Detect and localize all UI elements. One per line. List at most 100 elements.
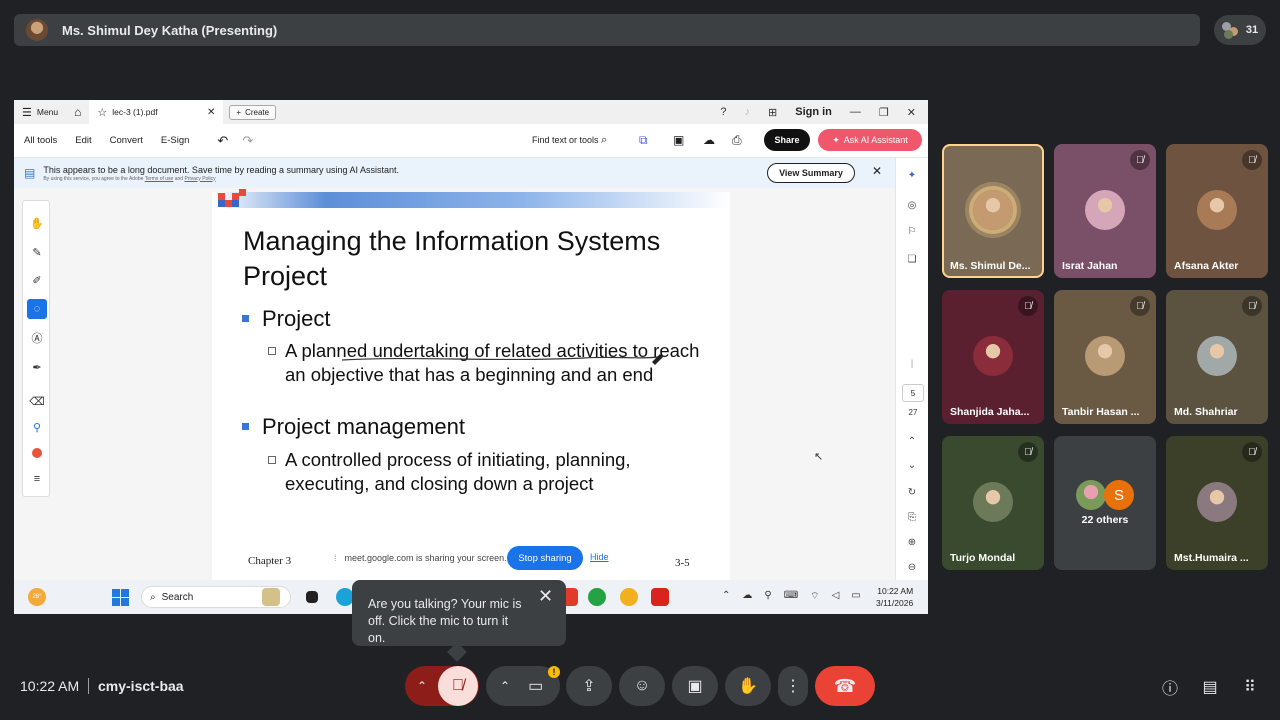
export-icon[interactable]: ⎘ [902,508,922,526]
wifi-icon[interactable]: ⌔ [810,590,819,603]
hand-icon[interactable]: ✋ [27,213,47,233]
toolbar-convert[interactable]: Convert [110,135,143,146]
close-banner-icon[interactable]: ✕ [872,164,882,178]
share-button[interactable]: Share [764,129,810,151]
toolbar-all-tools[interactable]: All tools [24,135,57,146]
line-weight-icon[interactable]: ≡ [27,469,47,489]
banner-and: and [174,175,184,182]
reactions-button[interactable]: ☺ [619,666,665,706]
present-button[interactable]: ⇪ [566,666,612,706]
bell-icon[interactable]: ♪ [745,106,751,118]
close-window-icon[interactable]: ✕ [907,106,916,119]
find-tools[interactable]: Find text or tools ⌕ [532,134,607,147]
page-down-icon[interactable]: ⌄ [902,456,922,474]
mic-tray-icon[interactable]: ⚲ [764,590,771,603]
taskbar-clock[interactable]: 10:22 AM 3/11/2026 [876,585,913,609]
volume-icon[interactable]: ◁ [832,590,840,603]
acrobat-icon[interactable] [651,588,669,606]
end-call-button[interactable]: ☎ [815,666,875,706]
mic-tooltip: Are you talking? Your mic is off. Click … [352,580,566,646]
windows-start-icon[interactable] [112,589,129,606]
maximize-icon[interactable]: ❐ [879,106,889,119]
participant-tile[interactable]: 🎙̸ Shanjida Jaha... [942,290,1044,424]
chevron-up-icon[interactable]: ⌃ [722,590,730,603]
help-icon[interactable]: ? [720,106,726,118]
sign-in-link[interactable]: Sign in [795,106,832,118]
toolbar-esign[interactable]: E-Sign [161,135,190,146]
pin-icon[interactable]: ⚲ [27,417,47,437]
task-view-icon[interactable] [306,591,318,603]
scroll-thumb[interactable]: | [902,354,922,372]
highlight-icon[interactable]: ✐ [27,270,47,290]
ai-summary-icon[interactable]: ✦ [902,166,922,184]
chat-icon[interactable]: ▤ [1199,676,1221,698]
hamburger-icon: ☰ [22,106,32,119]
widgets-icon[interactable] [262,588,280,606]
participant-tile[interactable]: 🎙̸ Turjo Mondal [942,436,1044,570]
bookmark-icon[interactable]: ⚐ [902,222,922,240]
participants-button[interactable]: 31 [1214,15,1266,45]
participant-tile[interactable]: 🎙̸ Md. Shahriar [1166,290,1268,424]
fill-icon[interactable]: ✒ [27,357,47,377]
menu-button[interactable]: ☰ Menu [14,100,66,124]
color-dot-icon[interactable] [27,443,47,463]
tab-pdf[interactable]: ☆ lec-3 (1).pdf ✕ [89,100,224,124]
captions-button[interactable]: ▣ [672,666,718,706]
weather-icon[interactable]: 28° [28,588,46,606]
participant-tile[interactable]: S 22 others [1054,436,1156,570]
whatsapp-icon[interactable] [588,588,606,606]
page-up-icon[interactable]: ⌃ [902,432,922,450]
keyboard-icon[interactable]: ⌨ [784,590,798,603]
plus-icon: + [236,107,242,117]
participant-name: Afsana Akter [1174,260,1239,272]
rotate-icon[interactable]: ↻ [902,483,922,501]
close-tab-icon[interactable]: ✕ [207,107,215,118]
annotation-toolbar: ✋ ✎ ✐ ◌ Ⓐ ✒ ⌫ ⚲ ≡ [22,200,50,497]
pages-icon[interactable]: ❏ [902,250,922,268]
privacy-link[interactable]: Privacy Policy [184,176,215,182]
participant-tile[interactable]: 🎙̸ Mst.Humaira ... [1166,436,1268,570]
print-icon[interactable]: ⎙ [732,133,742,148]
close-tooltip-icon[interactable]: ✕ [538,587,553,605]
taskbar-time: 10:22 AM [877,586,914,596]
eraser-icon[interactable]: ⌫ [27,391,47,411]
comment-panel-icon[interactable]: ◎ [902,196,922,214]
hide-link[interactable]: Hide [590,552,609,562]
text-box-icon[interactable]: Ⓐ [27,328,47,348]
minimize-icon[interactable]: — [850,106,861,118]
page-number-current[interactable]: 5 [902,384,924,402]
participant-tile[interactable]: 🎙̸ Afsana Akter [1166,144,1268,278]
mic-off-icon: 🎙̸ [452,677,464,694]
zoom-out-icon[interactable]: ⊖ [902,558,922,576]
ai-assistant-button[interactable]: ✦ Ask AI Assistant [818,129,922,151]
more-options-button[interactable]: ⋮ [778,666,808,706]
avatar [1085,336,1125,376]
mic-off-button[interactable]: 🎙̸ [438,666,478,706]
upload-icon[interactable]: ☁ [703,133,715,147]
toolbar-edit[interactable]: Edit [75,135,91,146]
create-button[interactable]: + Create [229,104,277,120]
raise-hand-button[interactable]: ✋ [725,666,771,706]
stop-sharing-button[interactable]: Stop sharing [507,546,583,570]
undo-icon[interactable]: ↶ [217,133,228,149]
view-summary-button[interactable]: View Summary [767,163,855,183]
cloud-icon[interactable]: ☁ [742,590,752,603]
participant-tile[interactable]: Ms. Shimul De... [942,144,1044,278]
info-icon[interactable]: ⓘ [1159,676,1181,698]
shapes-icon[interactable]: ⧉ [639,133,648,148]
battery-icon[interactable]: ▭ [851,590,860,603]
participant-tile[interactable]: 🎙̸ Tanbir Hasan ... [1054,290,1156,424]
terms-link[interactable]: Terms of use [145,176,174,182]
redo-icon[interactable]: ↷ [242,133,253,149]
comment-icon[interactable]: ✎ [27,242,47,262]
mic-muted-icon: 🎙̸ [1130,296,1150,316]
home-icon[interactable]: ⌂ [66,100,89,124]
apps-icon[interactable]: ⊞ [768,106,777,119]
draw-icon[interactable]: ◌ [27,299,47,319]
activities-icon[interactable]: ⠿ [1239,676,1261,698]
chrome-icon[interactable] [620,588,638,606]
zoom-in-icon[interactable]: ⊕ [902,533,922,551]
participant-tile[interactable]: 🎙̸ Israt Jahan [1054,144,1156,278]
drag-handle-icon[interactable]: ⁞ [334,553,337,563]
save-icon[interactable]: ▣ [673,133,684,147]
